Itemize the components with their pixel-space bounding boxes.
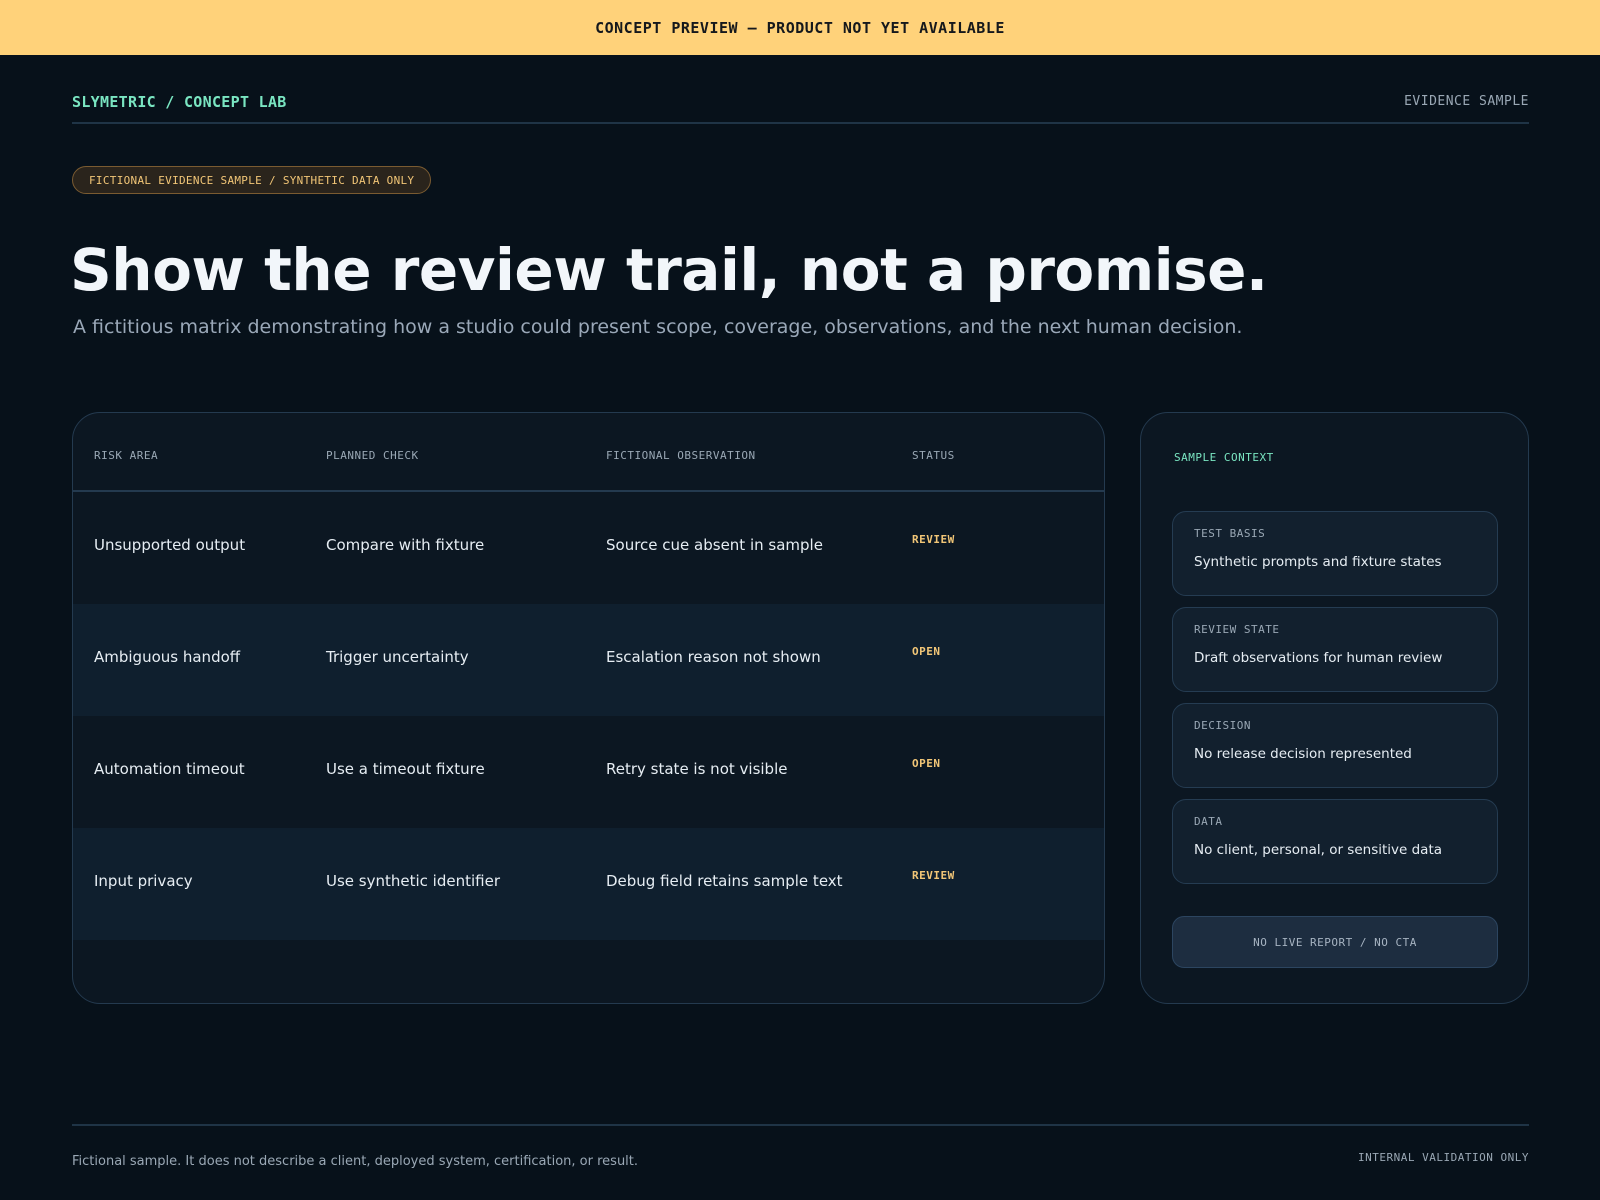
column-header-risk-area: RISK AREA	[94, 449, 159, 462]
page-title: Show the review trail, not a promise.	[70, 236, 1268, 304]
table-row: Input privacy Use synthetic identifier D…	[73, 828, 1104, 940]
cell-planned-check: Compare with fixture	[326, 536, 485, 554]
context-card-label: DECISION	[1194, 719, 1251, 732]
top-bar: SLYMETRIC / CONCEPT LAB EVIDENCE SAMPLE	[72, 88, 1529, 124]
evidence-sample-label: EVIDENCE SAMPLE	[1404, 94, 1529, 109]
status-badge: REVIEW	[912, 869, 955, 882]
cell-risk-area: Ambiguous handoff	[94, 648, 241, 666]
sample-context-panel: SAMPLE CONTEXT TEST BASIS Synthetic prom…	[1140, 412, 1529, 1004]
table-row: Unsupported output Compare with fixture …	[73, 492, 1104, 604]
context-card-decision: DECISION No release decision represented	[1172, 703, 1498, 788]
sample-context-title: SAMPLE CONTEXT	[1174, 451, 1274, 464]
cell-observation: Escalation reason not shown	[606, 648, 821, 666]
page-subtitle: A fictitious matrix demonstrating how a …	[73, 316, 1243, 338]
column-header-fictional-observation: FICTIONAL OBSERVATION	[606, 449, 756, 462]
internal-validation-label: INTERNAL VALIDATION ONLY	[1358, 1151, 1529, 1164]
column-header-planned-check: PLANNED CHECK	[326, 449, 419, 462]
cell-planned-check: Use a timeout fixture	[326, 760, 485, 778]
cell-risk-area: Unsupported output	[94, 536, 246, 554]
brand-logo-text[interactable]: SLYMETRIC / CONCEPT LAB	[72, 93, 287, 111]
context-card-value: Synthetic prompts and fixture states	[1194, 554, 1442, 570]
context-card-data: DATA No client, personal, or sensitive d…	[1172, 799, 1498, 884]
column-header-status: STATUS	[912, 449, 955, 462]
cell-observation: Source cue absent in sample	[606, 536, 823, 554]
badge-text: FICTIONAL EVIDENCE SAMPLE / SYNTHETIC DA…	[89, 173, 415, 187]
no-live-report-notice: NO LIVE REPORT / NO CTA	[1172, 916, 1498, 968]
footer-note: Fictional sample. It does not describe a…	[72, 1154, 639, 1169]
context-card-value: Draft observations for human review	[1194, 650, 1443, 666]
footer-divider	[72, 1124, 1529, 1126]
cell-planned-check: Trigger uncertainty	[326, 648, 469, 666]
cell-observation: Retry state is not visible	[606, 760, 788, 778]
context-card-value: No release decision represented	[1194, 746, 1412, 762]
status-badge: OPEN	[912, 757, 941, 770]
context-card-test-basis: TEST BASIS Synthetic prompts and fixture…	[1172, 511, 1498, 596]
no-live-report-text: NO LIVE REPORT / NO CTA	[1253, 935, 1417, 949]
table-header: RISK AREA PLANNED CHECK FICTIONAL OBSERV…	[73, 413, 1104, 492]
cell-observation: Debug field retains sample text	[606, 872, 843, 890]
context-card-review-state: REVIEW STATE Draft observations for huma…	[1172, 607, 1498, 692]
concept-preview-banner: CONCEPT PREVIEW — PRODUCT NOT YET AVAILA…	[0, 0, 1600, 55]
status-badge: OPEN	[912, 645, 941, 658]
context-card-label: DATA	[1194, 815, 1223, 828]
banner-text: CONCEPT PREVIEW — PRODUCT NOT YET AVAILA…	[595, 18, 1005, 37]
context-card-label: TEST BASIS	[1194, 527, 1266, 540]
status-badge: REVIEW	[912, 533, 955, 546]
risk-matrix-table: RISK AREA PLANNED CHECK FICTIONAL OBSERV…	[72, 412, 1105, 1004]
cell-risk-area: Input privacy	[94, 872, 193, 890]
fictional-sample-badge: FICTIONAL EVIDENCE SAMPLE / SYNTHETIC DA…	[72, 166, 432, 194]
table-row: Ambiguous handoff Trigger uncertainty Es…	[73, 604, 1104, 716]
table-row: Automation timeout Use a timeout fixture…	[73, 716, 1104, 828]
context-card-label: REVIEW STATE	[1194, 623, 1280, 636]
cell-risk-area: Automation timeout	[94, 760, 245, 778]
cell-planned-check: Use synthetic identifier	[326, 872, 500, 890]
context-card-value: No client, personal, or sensitive data	[1194, 842, 1443, 858]
